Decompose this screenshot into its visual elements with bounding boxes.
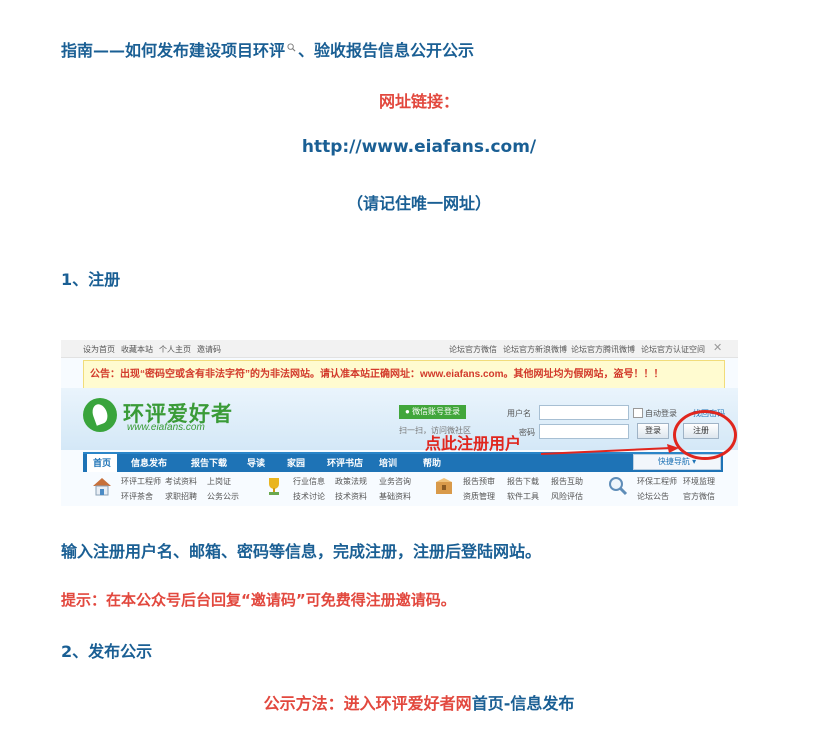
wechat-icon: ● xyxy=(405,407,413,416)
username-input[interactable] xyxy=(539,405,629,420)
group-link[interactable]: 公务公示 xyxy=(207,491,239,502)
auto-login-label: 自动登录 xyxy=(645,409,677,418)
group-link[interactable]: 上岗证 xyxy=(207,476,231,487)
annotation-circle xyxy=(673,410,737,460)
website-screenshot: 设为首页 收藏本站 个人主页 邀请码 论坛官方微信 论坛官方新浪微博 论坛官方腾… xyxy=(61,340,738,506)
heading-part3: 、验收报告信息公开公示 xyxy=(298,41,475,60)
house-icon xyxy=(91,476,113,496)
magnifier-icon xyxy=(287,37,296,56)
group-link[interactable]: 技术讨论 xyxy=(293,491,325,502)
wechat-login-button[interactable]: ● 微信账号登录 xyxy=(399,405,467,419)
group-link[interactable]: 基础资料 xyxy=(379,491,411,502)
close-icon[interactable]: ✕ xyxy=(713,341,722,354)
group-link[interactable]: 风险评估 xyxy=(551,491,583,502)
login-button[interactable]: 登录 xyxy=(637,423,669,439)
url-label: 网址链接： xyxy=(378,92,459,111)
group-link[interactable]: 业务咨询 xyxy=(379,476,411,487)
topbar-link[interactable]: 论坛官方微信 xyxy=(449,344,497,355)
annotation-arrow-icon xyxy=(541,444,679,455)
step2-title: 2、发布公示 xyxy=(61,642,153,661)
nav-item-help[interactable]: 帮助 xyxy=(423,454,441,472)
box-icon xyxy=(433,476,455,496)
method-site: 环评爱好者网 xyxy=(375,694,472,713)
annotation-text: 点此注册用户 xyxy=(425,436,522,453)
username-label: 用户名 xyxy=(507,409,531,418)
url-note: （请记住唯一网址） xyxy=(346,194,491,213)
site-notice: 公告：出现“密码空或含有非法字符”的为非法网站。请认准本站正确网址：www.ei… xyxy=(83,360,725,389)
group-link[interactable]: 环评工程师 xyxy=(121,476,161,487)
tip-text: 提示：在本公众号后台回复“邀请码”可免费得注册邀请码。 xyxy=(61,591,456,609)
group-link[interactable]: 行业信息 xyxy=(293,476,325,487)
topbar-link[interactable]: 论坛官方新浪微博 xyxy=(503,344,567,355)
group-link[interactable]: 考试资料 xyxy=(165,476,197,487)
topbar-link[interactable]: 论坛官方认证空间 xyxy=(641,344,705,355)
group-link[interactable]: 环保工程师 xyxy=(637,476,677,487)
nav-item-guide[interactable]: 导读 xyxy=(247,454,265,472)
method-line: 公示方法：进入环评爱好者网首页-信息发布 xyxy=(0,690,838,714)
nav-item-bookstore[interactable]: 环评书店 xyxy=(327,454,363,472)
group-link[interactable]: 论坛公告 xyxy=(637,491,669,502)
method-label: 公示方法：进入 xyxy=(263,694,376,713)
nav-item-training[interactable]: 培训 xyxy=(379,454,397,472)
trophy-icon xyxy=(263,476,285,496)
article-heading: 指南——如何发布建设项目环评 、验收报告信息公开公示 xyxy=(61,37,474,61)
password-label: 密码 xyxy=(519,428,535,437)
notice-text: 公告：出现“密码空或含有非法字符”的为非法网站。请认准本站正确网址：www.ei… xyxy=(90,369,664,380)
step1-title: 1、注册 xyxy=(61,270,121,289)
password-input[interactable] xyxy=(539,424,629,439)
site-topbar: 设为首页 收藏本站 个人主页 邀请码 论坛官方微信 论坛官方新浪微博 论坛官方腾… xyxy=(61,340,738,358)
topbar-link[interactable]: 收藏本站 xyxy=(121,344,153,355)
topbar-link[interactable]: 设为首页 xyxy=(83,344,115,355)
topbar-link[interactable]: 论坛官方腾讯微博 xyxy=(571,344,635,355)
group-link[interactable]: 环境监理 xyxy=(683,476,715,487)
nav-item-reports[interactable]: 报告下载 xyxy=(191,454,227,472)
logo-url: www.eiafans.com xyxy=(127,422,205,433)
topbar-link[interactable]: 邀请码 xyxy=(197,344,221,355)
topbar-link[interactable]: 个人主页 xyxy=(159,344,191,355)
group-link[interactable]: 求职招聘 xyxy=(165,491,197,502)
wechat-login-label: 微信账号登录 xyxy=(412,407,461,416)
group-link[interactable]: 官方微信 xyxy=(683,491,715,502)
nav-item-home-space[interactable]: 家园 xyxy=(287,454,305,472)
group-link[interactable]: 报告下载 xyxy=(507,476,539,487)
magnifier-icon xyxy=(607,476,629,496)
site-url-link[interactable]: http://www.eiafans.com/ xyxy=(0,137,838,157)
group-link[interactable]: 政策法规 xyxy=(335,476,367,487)
group-link[interactable]: 软件工具 xyxy=(507,491,539,502)
group-link[interactable]: 报告互助 xyxy=(551,476,583,487)
group-link[interactable]: 技术资料 xyxy=(335,491,367,502)
auto-login-checkbox[interactable] xyxy=(633,408,643,418)
heading-part1: 指南——如何发布 xyxy=(61,41,190,60)
nav-item-home[interactable]: 首页 xyxy=(87,454,117,472)
heading-part2: 建设项目环评 xyxy=(189,41,286,60)
method-path: 首页-信息发布 xyxy=(471,694,575,713)
group-link[interactable]: 报告预审 xyxy=(463,476,495,487)
group-link[interactable]: 资质管理 xyxy=(463,491,495,502)
step1-description: 输入注册用户名、邮箱、密码等信息，完成注册，注册后登陆网站。 xyxy=(61,542,542,561)
group-link[interactable]: 环评茶舍 xyxy=(121,491,153,502)
nav-item-publish[interactable]: 信息发布 xyxy=(131,454,167,472)
